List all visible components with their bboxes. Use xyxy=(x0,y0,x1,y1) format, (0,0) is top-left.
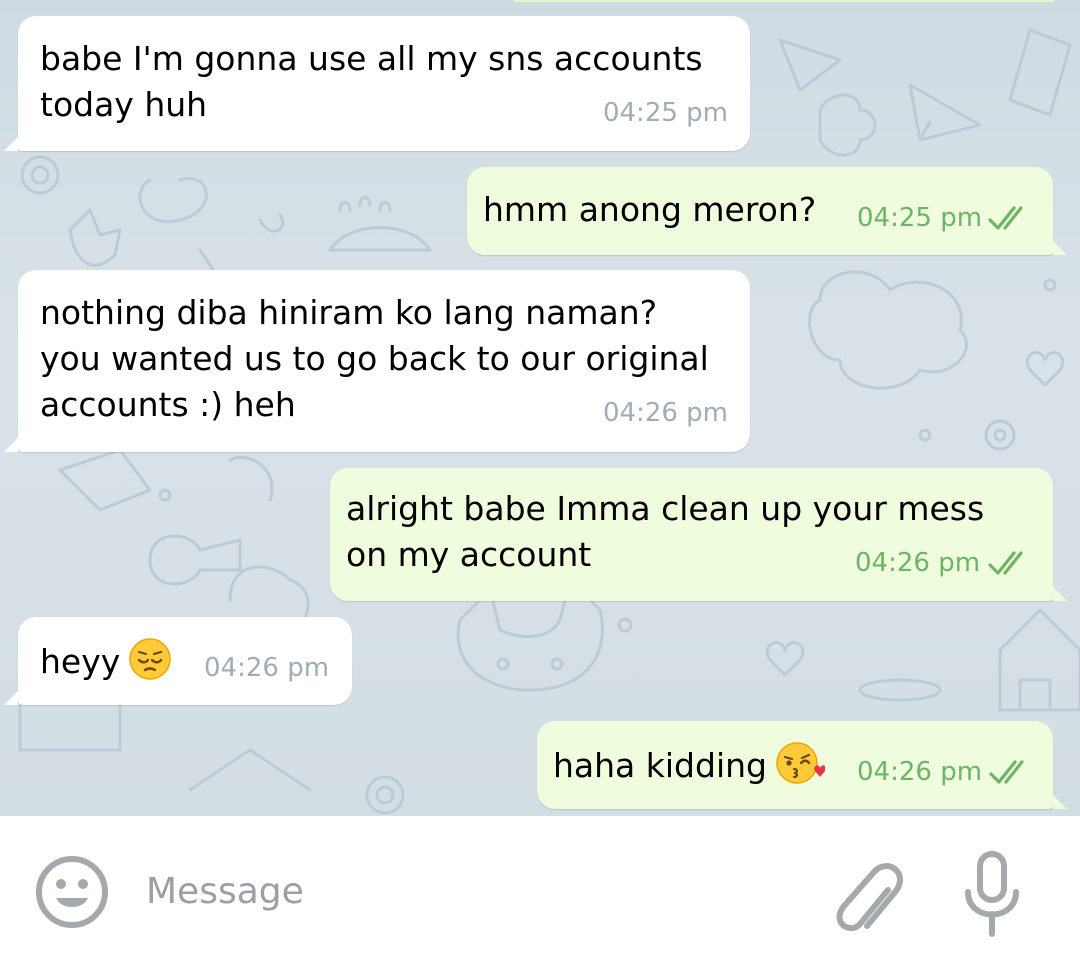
smiley-icon[interactable] xyxy=(34,854,110,930)
message-text-line: nothing diba hiniram ko lang naman? xyxy=(40,293,658,332)
message-text-line: you wanted us to go back to our original xyxy=(40,339,709,378)
message-bubble-outgoing[interactable]: hmm anong meron? 04:25 pm xyxy=(467,167,1067,255)
message-timestamp: 04:26 pm xyxy=(204,653,330,683)
double-check-icon xyxy=(988,206,1023,230)
message-text-line: heyy xyxy=(40,637,172,685)
double-check-icon xyxy=(988,551,1023,575)
bubble-tail xyxy=(4,438,18,452)
pensive-face-emoji xyxy=(129,638,172,680)
message-timestamp: 04:25 pm xyxy=(857,203,983,233)
message-text-line: hmm anong meron? xyxy=(483,190,817,229)
bubble-tail xyxy=(1053,795,1067,809)
message-text-line: babe I'm gonna use all my sns accounts xyxy=(40,39,703,78)
previous-message-edge xyxy=(514,0,1054,2)
message-text-line: accounts :) heh xyxy=(40,385,296,424)
message-bubble-incoming[interactable]: nothing diba hiniram ko lang naman? you … xyxy=(4,270,750,452)
message-text-line: haha kidding xyxy=(553,741,825,789)
bubble-tail xyxy=(1053,241,1067,255)
message-timestamp: 04:26 pm xyxy=(602,398,728,428)
message-input-bar xyxy=(0,816,1080,953)
microphone-icon[interactable] xyxy=(960,850,1024,942)
chat-area[interactable]: babe I'm gonna use all my sns accounts t… xyxy=(0,0,1080,816)
bubble-tail xyxy=(4,691,18,705)
message-input[interactable] xyxy=(146,864,786,918)
message-text-line: today huh xyxy=(40,85,208,124)
message-timestamp: 04:25 pm xyxy=(602,98,728,128)
message-bubble-outgoing[interactable]: alright babe Imma clean up your mess on … xyxy=(330,468,1067,601)
message-text-line: on my account xyxy=(346,535,592,574)
paperclip-icon[interactable] xyxy=(830,852,906,942)
message-timestamp: 04:26 pm xyxy=(857,757,983,787)
bubble-tail xyxy=(1053,587,1067,601)
kissing-face-emoji xyxy=(776,742,825,784)
message-text-line: alright babe Imma clean up your mess xyxy=(346,489,985,528)
message-timestamp: 04:26 pm xyxy=(855,548,981,578)
message-text: haha kidding xyxy=(553,746,767,785)
message-bubble-incoming[interactable]: heyy 04:26 pm xyxy=(4,617,352,705)
bubble-tail xyxy=(4,137,18,151)
double-check-icon xyxy=(989,760,1024,784)
chat-screen: babe I'm gonna use all my sns accounts t… xyxy=(0,0,1080,953)
message-text: heyy xyxy=(40,642,121,681)
message-bubble-incoming[interactable]: babe I'm gonna use all my sns accounts t… xyxy=(4,16,750,151)
message-bubble-outgoing[interactable]: haha kidding 04:26 pm xyxy=(537,721,1067,809)
